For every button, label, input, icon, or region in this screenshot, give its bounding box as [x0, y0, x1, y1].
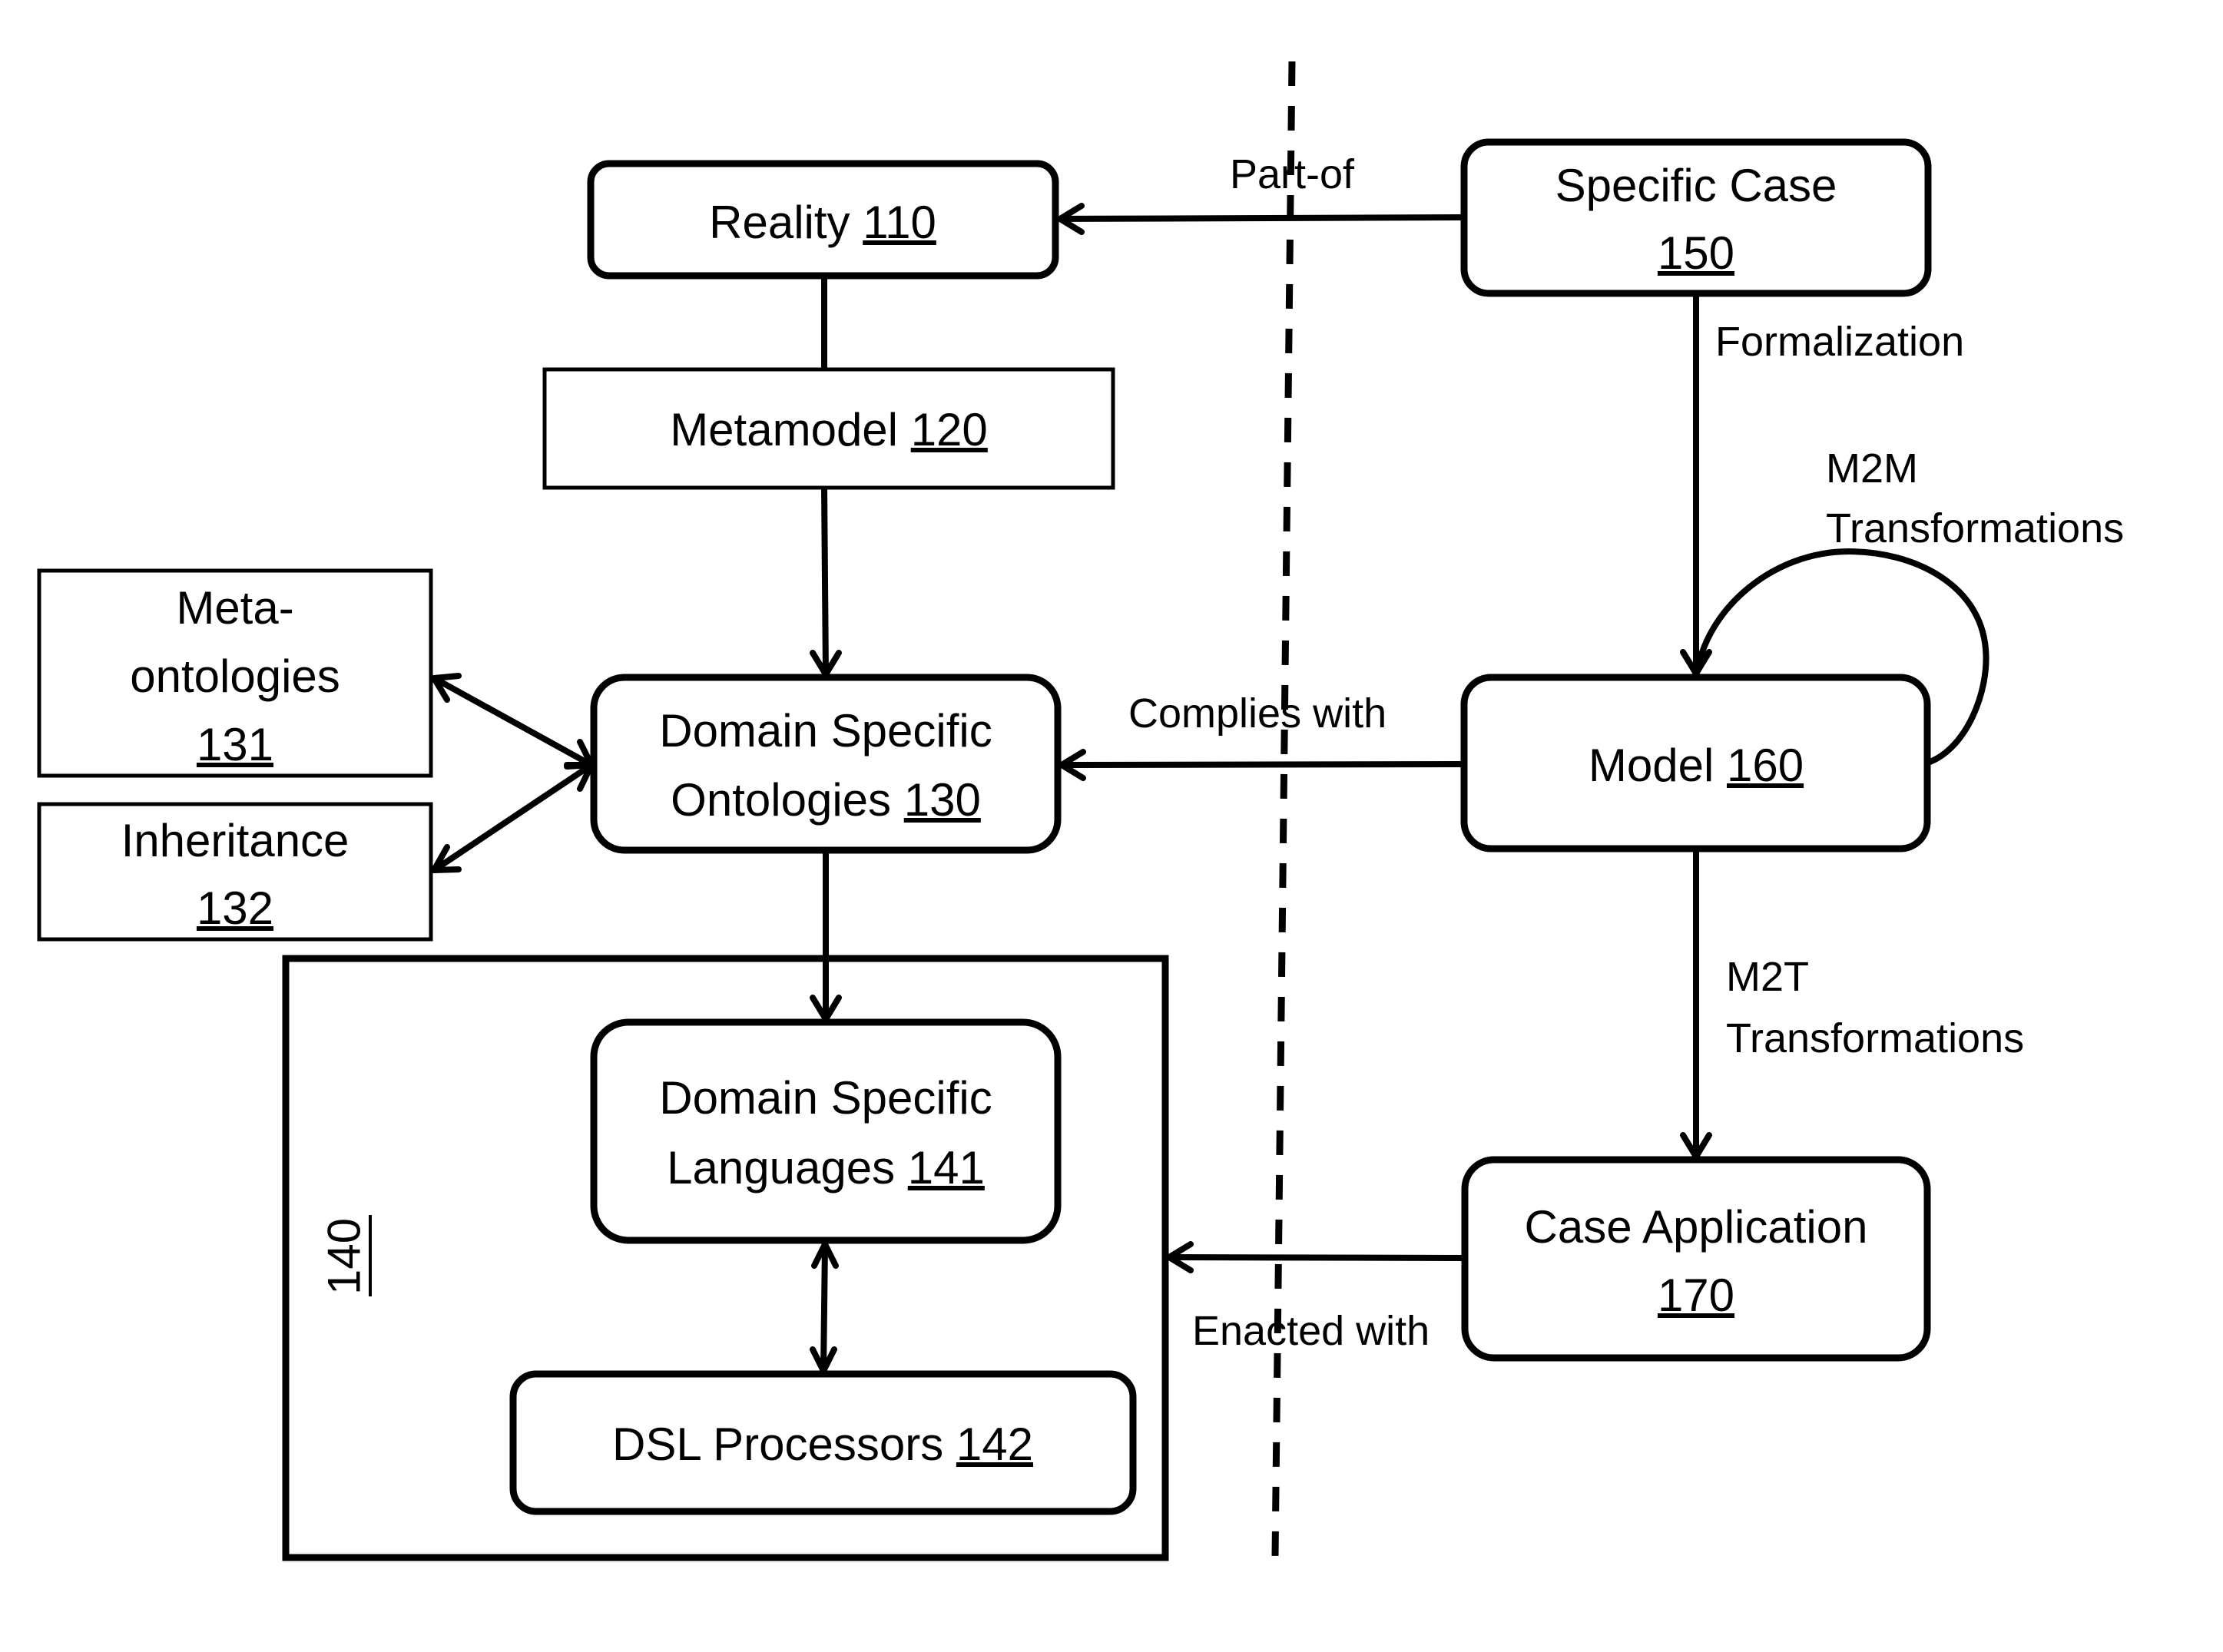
metamodel-ref: 120 [911, 404, 988, 455]
inheritance-ref: 132 [197, 882, 273, 934]
dsl-line2: Languages 141 [667, 1142, 985, 1193]
node-domain-specific-ontologies[interactable]: Domain Specific Ontologies 130 [590, 674, 1062, 854]
edge-enacted-with [1168, 1254, 1466, 1261]
diagram-canvas: 140 Reality 110 Metamodel 120 Domain Spe… [37, 61, 2124, 1561]
specific-case-line1: Specific Case [1555, 160, 1837, 211]
m2t-label-line1: M2T [1726, 954, 1809, 1000]
node-model[interactable]: Model 160 [1460, 674, 1931, 852]
case-application-box[interactable] [1461, 1156, 1931, 1362]
edge-meta-ontologies-dso [432, 675, 593, 768]
node-case-application[interactable]: Case Application 170 [1461, 1156, 1931, 1362]
node-reality[interactable]: Reality 110 [587, 160, 1059, 280]
complies-with-label: Complies with [1128, 690, 1386, 737]
node-dsl-processors[interactable]: DSL Processors 142 [509, 1370, 1137, 1515]
dso-ref: 130 [904, 774, 981, 826]
node-meta-ontologies[interactable]: Meta- ontologies 131 [37, 568, 433, 778]
dsl-processors-ref: 142 [956, 1419, 1033, 1470]
part-of-label: Part-of [1230, 151, 1355, 197]
m2t-label-line2: Transformations [1726, 1015, 2024, 1061]
model-ref: 160 [1727, 740, 1804, 791]
case-application-ref: 170 [1658, 1270, 1734, 1321]
reality-label: Reality 110 [709, 197, 936, 248]
metamodel-label: Metamodel 120 [670, 404, 988, 455]
edge-inheritance-dso [432, 762, 594, 873]
edge-complies-with [1061, 761, 1465, 768]
enacted-with-label: Enacted with [1192, 1308, 1430, 1354]
dso-line1: Domain Specific [659, 705, 992, 756]
node-metamodel[interactable]: Metamodel 120 [542, 367, 1115, 490]
meta-ontologies-ref: 131 [197, 719, 273, 770]
meta-ontologies-line1: Meta- [176, 582, 293, 634]
model-label: Model 160 [1589, 740, 1804, 791]
reality-ref: 110 [863, 197, 936, 248]
inheritance-line1: Inheritance [121, 815, 350, 866]
edge-part-of [1059, 214, 1465, 222]
dsl-ref: 141 [908, 1142, 985, 1193]
node-inheritance[interactable]: Inheritance 132 [37, 802, 433, 942]
dsl-line1: Domain Specific [659, 1072, 992, 1124]
m2m-label-line1: M2M [1826, 445, 1918, 492]
meta-ontologies-line2: ontologies [130, 651, 340, 702]
dsl-processors-label: DSL Processors 142 [612, 1419, 1033, 1470]
group-label-140: 140 [319, 1215, 372, 1296]
dso-line2: Ontologies 130 [671, 774, 981, 826]
case-application-line1: Case Application [1525, 1201, 1868, 1253]
formalization-label: Formalization [1715, 319, 1964, 365]
specific-case-ref: 150 [1658, 227, 1734, 279]
edge-dsl-processors [820, 1243, 828, 1372]
node-specific-case[interactable]: Specific Case 150 [1460, 138, 1932, 297]
edge-metamodel-dso [821, 487, 829, 675]
dsl-box[interactable] [590, 1018, 1062, 1244]
group-ref-140: 140 [319, 1218, 370, 1295]
node-domain-specific-languages[interactable]: Domain Specific Languages 141 [590, 1018, 1062, 1244]
m2m-label-line2: Transformations [1826, 505, 2124, 551]
